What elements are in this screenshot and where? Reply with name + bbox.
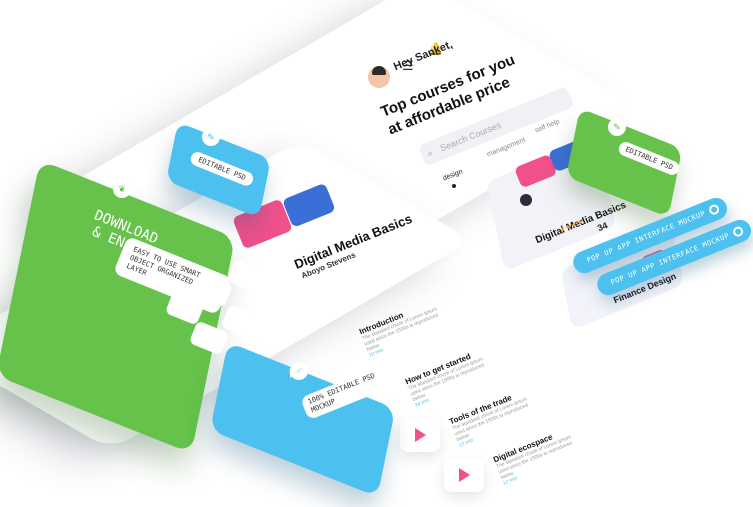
avatar[interactable] bbox=[368, 66, 390, 88]
circle-icon bbox=[731, 225, 745, 239]
leaf-icon: ❦ bbox=[113, 180, 131, 198]
pencil-icon: ✎ bbox=[608, 118, 626, 136]
pencil-icon: ✎ bbox=[202, 128, 220, 146]
list-item[interactable]: Digital ecospace The standard chunk of L… bbox=[492, 422, 588, 486]
tab-active-indicator bbox=[452, 184, 456, 188]
search-icon: ⌕ bbox=[425, 147, 435, 159]
list-item[interactable]: Introduction The standard chunk of Lorem… bbox=[358, 294, 454, 358]
list-item[interactable]: How to get started The standard chunk of… bbox=[404, 344, 500, 409]
play-icon[interactable] bbox=[444, 458, 484, 492]
list-item[interactable]: Tools of the trade The standard chunk of… bbox=[448, 384, 544, 449]
mockup-scene: ☰ 🔔 Hey Sanket, Top courses for you at a… bbox=[0, 0, 753, 507]
camera-icon bbox=[520, 194, 532, 206]
circle-icon bbox=[707, 203, 721, 217]
play-icon[interactable] bbox=[400, 418, 440, 452]
